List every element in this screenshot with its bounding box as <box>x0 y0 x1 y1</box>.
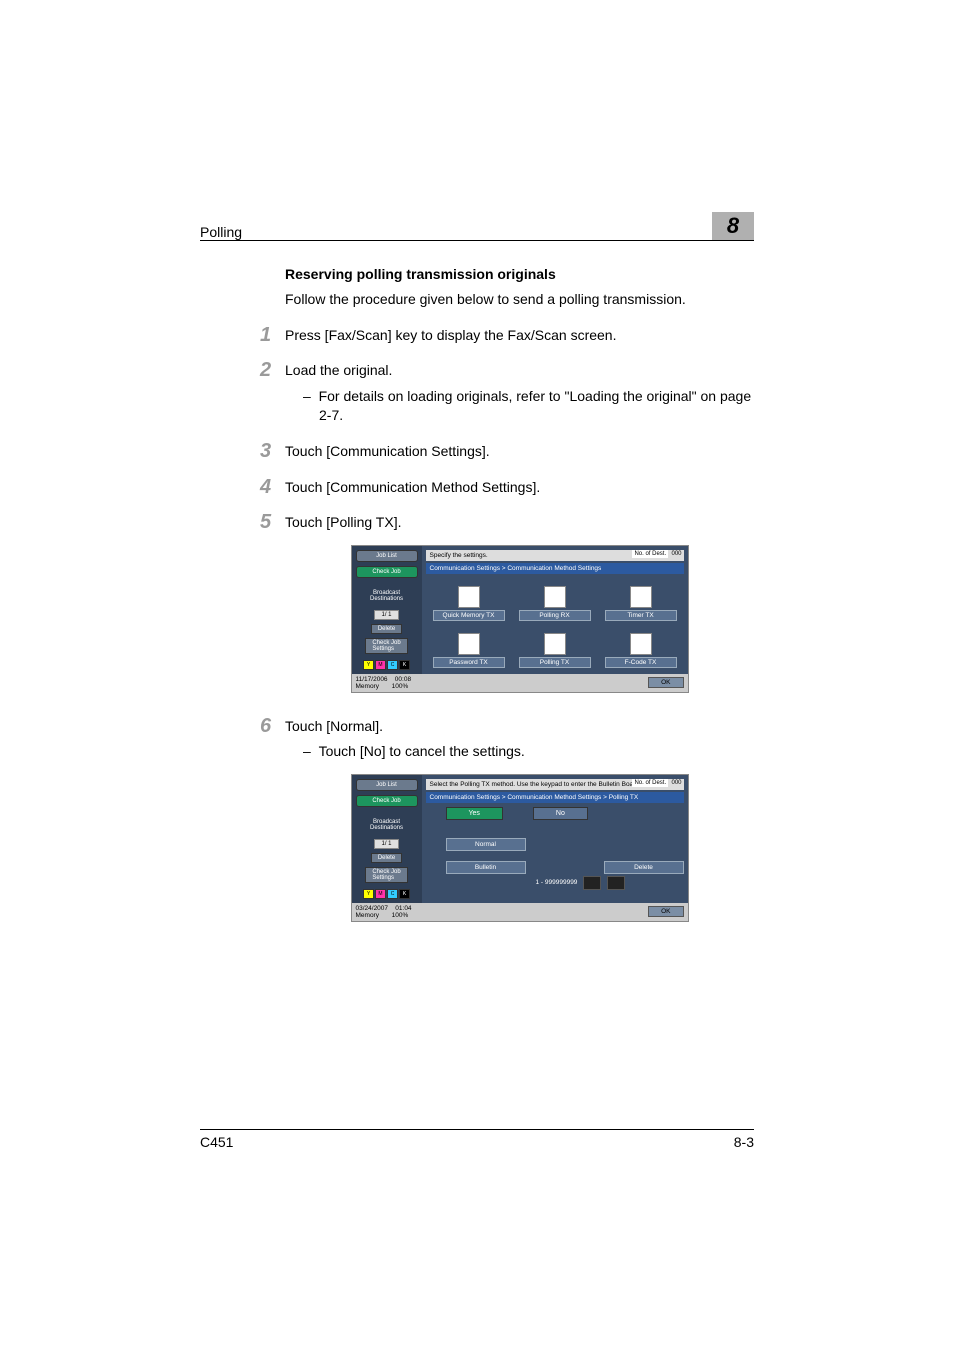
range-label: 1 - 999999999 <box>536 879 578 886</box>
footer-date: 11/17/2006 <box>356 676 388 683</box>
footer-memory-label: Memory <box>356 912 379 919</box>
step-number: 1 <box>260 324 280 347</box>
bulletin-button[interactable]: Bulletin <box>446 861 526 874</box>
no-button[interactable]: No <box>533 807 588 820</box>
step-text: Touch [Polling TX]. <box>285 511 754 533</box>
delete-number-button[interactable]: Delete <box>604 861 684 874</box>
polling-tx-button[interactable]: Polling TX <box>519 657 591 668</box>
quick-memory-icon <box>458 586 480 608</box>
password-tx-button[interactable]: Password TX <box>433 657 505 668</box>
check-job-tab[interactable]: Check Job <box>356 566 418 578</box>
arrow-right-icon[interactable] <box>607 876 625 890</box>
step-text: Touch [Communication Settings]. <box>285 440 754 462</box>
ok-button[interactable]: OK <box>648 906 683 917</box>
step-number: 3 <box>260 440 280 463</box>
footer-date: 03/24/2007 <box>356 905 389 912</box>
footer-time: 00:08 <box>395 676 411 683</box>
noof-label: No. of Dest. <box>632 779 668 787</box>
toner-y-icon: Y <box>363 889 374 899</box>
step-text: Touch [Communication Method Settings]. <box>285 476 754 498</box>
job-list-tab[interactable]: Job List <box>356 550 418 562</box>
broadcast-label: Broadcast Destinations <box>370 819 403 831</box>
toner-indicators: Y M C K <box>363 889 410 899</box>
intro-paragraph: Follow the procedure given below to send… <box>285 290 754 310</box>
toner-k-icon: K <box>399 660 410 670</box>
password-tx-icon <box>458 633 480 655</box>
broadcast-label: Broadcast Destinations <box>370 590 403 602</box>
polling-rx-button[interactable]: Polling RX <box>519 610 591 621</box>
step-sub-bullet: Touch [No] to cancel the settings. <box>303 742 754 762</box>
footer-time: 01:04 <box>395 905 411 912</box>
check-settings-button[interactable]: Check Job Settings <box>365 638 407 654</box>
noof-value: 000 <box>671 551 681 557</box>
toner-c-icon: C <box>387 889 398 899</box>
fcode-tx-button[interactable]: F-Code TX <box>605 657 677 668</box>
screenshot-comm-method-settings: Job List Check Job Broadcast Destination… <box>351 545 689 693</box>
delete-button[interactable]: Delete <box>371 624 402 634</box>
timer-tx-icon <box>630 586 652 608</box>
step-number: 2 <box>260 359 280 382</box>
footer-model: C451 <box>200 1134 233 1150</box>
chapter-number-box: 8 <box>712 212 754 240</box>
toner-m-icon: M <box>375 889 386 899</box>
yes-button[interactable]: Yes <box>446 807 503 820</box>
step-sub-bullet: For details on loading originals, refer … <box>303 387 754 426</box>
step-text: Press [Fax/Scan] key to display the Fax/… <box>285 324 754 346</box>
breadcrumb: Communication Settings > Communication M… <box>426 792 684 803</box>
header-rule <box>200 240 754 241</box>
delete-button[interactable]: Delete <box>371 853 402 863</box>
breadcrumb: Communication Settings > Communication M… <box>426 563 684 574</box>
noof-value: 000 <box>671 780 681 786</box>
footer-memory-pct: 100% <box>392 683 409 690</box>
pager: 1/ 1 <box>374 839 398 849</box>
toner-y-icon: Y <box>363 660 374 670</box>
section-title: Polling <box>200 224 242 240</box>
arrow-left-icon[interactable] <box>583 876 601 890</box>
footer-page-number: 8-3 <box>734 1134 754 1150</box>
timer-tx-button[interactable]: Timer TX <box>605 610 677 621</box>
quick-memory-tx-button[interactable]: Quick Memory TX <box>433 610 505 621</box>
polling-rx-icon <box>544 586 566 608</box>
step-number: 6 <box>260 715 280 738</box>
screenshot-polling-tx: Job List Check Job Broadcast Destination… <box>351 774 689 922</box>
toner-c-icon: C <box>387 660 398 670</box>
step-number: 4 <box>260 476 280 499</box>
noof-label: No. of Dest. <box>632 550 668 558</box>
normal-button[interactable]: Normal <box>446 838 526 851</box>
toner-k-icon: K <box>399 889 410 899</box>
subheading: Reserving polling transmission originals <box>285 266 754 282</box>
step-number: 5 <box>260 511 280 534</box>
toner-indicators: Y M C K <box>363 660 410 670</box>
footer-memory-label: Memory <box>356 683 379 690</box>
pager: 1/ 1 <box>374 610 398 620</box>
job-list-tab[interactable]: Job List <box>356 779 418 791</box>
footer-memory-pct: 100% <box>392 912 409 919</box>
ok-button[interactable]: OK <box>648 677 683 688</box>
step-text: Load the original. <box>285 359 754 381</box>
toner-m-icon: M <box>375 660 386 670</box>
fcode-tx-icon <box>630 633 652 655</box>
step-text: Touch [Normal]. <box>285 715 754 737</box>
check-job-tab[interactable]: Check Job <box>356 795 418 807</box>
polling-tx-icon <box>544 633 566 655</box>
check-settings-button[interactable]: Check Job Settings <box>365 867 407 883</box>
